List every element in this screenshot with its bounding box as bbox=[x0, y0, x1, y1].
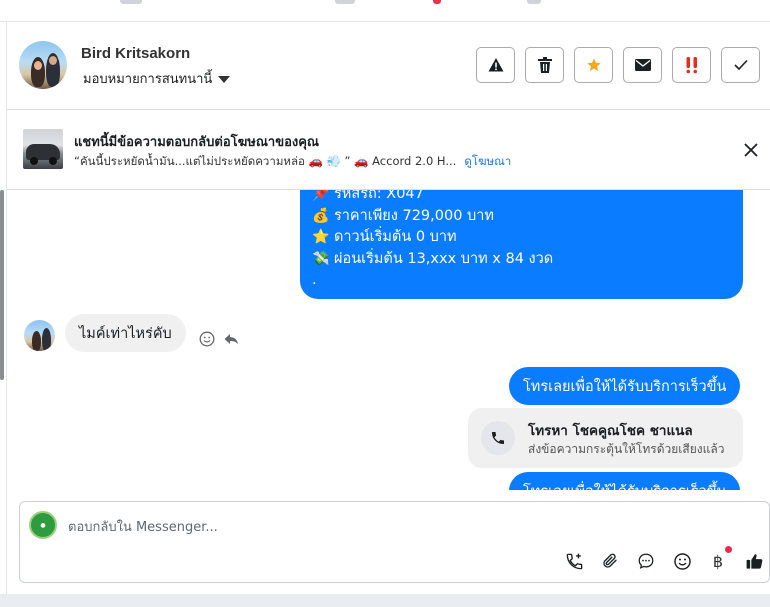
contact-avatar[interactable] bbox=[19, 41, 67, 89]
priority-button[interactable] bbox=[672, 47, 711, 83]
outgoing-message[interactable]: โทรเลยเพื่อให้ได้รับบริการเร็วขึ้น bbox=[509, 472, 741, 490]
message-line: 💸 ผ่อนเริ่มต้น 13,xxx บาท x 84 งวด bbox=[312, 249, 729, 271]
message-thread: 📌 รหัสรถ: X047 💰 ราคาเพียง 729,000 บาท ⭐ ดา… bbox=[7, 190, 770, 490]
saved-replies-button[interactable] bbox=[635, 550, 657, 572]
contact-name[interactable]: Bird Kritsakorn bbox=[81, 45, 190, 62]
call-card-title: โทรหา โชคคูณโชค ชาแนล bbox=[528, 423, 693, 439]
call-request-card[interactable]: โทรหา โชคคูณโชค ชาแนล ส่งข้อความกระตุ้นใ… bbox=[468, 408, 743, 468]
action-toolbar bbox=[476, 47, 760, 83]
message-line: 📌 รหัสรถ: X047 bbox=[312, 190, 729, 206]
ad-thumbnail[interactable] bbox=[23, 129, 63, 169]
message-text: ราคาเพียง 729,000 บาท bbox=[334, 207, 494, 224]
ad-banner-title: แชทนี้มีข้อความตอบกลับต่อโฆษณาของคุณ bbox=[74, 135, 319, 150]
page-logo-icon: ● bbox=[40, 521, 46, 529]
reply-composer: ● ตอบกลับใน Messenger... ฿ bbox=[19, 501, 770, 583]
composer-toolbar: ฿ bbox=[563, 546, 765, 572]
ad-reply-banner: แชทนี้มีข้อความตอบกลับต่อโฆษณาของคุณ “คั… bbox=[7, 110, 770, 190]
assign-conversation-dropdown[interactable]: มอบหมายการสนทนานี้ bbox=[83, 68, 231, 89]
message-text: . bbox=[312, 272, 317, 288]
star-button[interactable] bbox=[574, 47, 613, 83]
assign-label: มอบหมายการสนทนานี้ bbox=[83, 72, 213, 87]
top-strip-fragment bbox=[433, 0, 441, 4]
call-request-button[interactable] bbox=[563, 550, 585, 572]
reply-icon[interactable] bbox=[223, 331, 239, 347]
caret-down-icon bbox=[218, 75, 231, 83]
chat-bubble-icon bbox=[638, 553, 654, 569]
baht-icon: ฿ bbox=[712, 551, 724, 571]
ad-caption: “คันนี้ประหยัดน้ำมัน...แต่ไม่ประหยัดความ… bbox=[74, 154, 457, 168]
warning-icon bbox=[488, 58, 503, 72]
message-line: ⭐ ดาวน์เริ่มต้น 0 บาท bbox=[312, 227, 729, 249]
mark-unread-button[interactable] bbox=[623, 47, 662, 83]
message-text: ดาวน์เริ่มต้น 0 บาท bbox=[334, 229, 457, 245]
status-bar bbox=[0, 594, 770, 607]
message-text: รหัสรถ: X047 bbox=[334, 190, 424, 202]
like-button[interactable] bbox=[743, 550, 765, 572]
trash-icon bbox=[537, 57, 552, 73]
incoming-message[interactable]: ไมค์เท่าไหร่คับ bbox=[65, 314, 186, 352]
page-avatar: ● bbox=[29, 511, 57, 539]
mark-done-button[interactable] bbox=[721, 47, 760, 83]
envelope-icon bbox=[634, 59, 651, 71]
thumbs-up-icon bbox=[746, 553, 762, 569]
sender-avatar[interactable] bbox=[24, 320, 55, 351]
pin-icon: 📌 bbox=[312, 190, 330, 202]
attach-button[interactable] bbox=[599, 550, 621, 572]
outgoing-message[interactable]: โทรเลยเพื่อให้ได้รับบริการเร็วขึ้น bbox=[509, 367, 741, 405]
message-text: ผ่อนเริ่มต้น 13,xxx บาท x 84 งวด bbox=[334, 250, 554, 267]
star-icon bbox=[586, 58, 601, 71]
phone-plus-icon bbox=[566, 553, 582, 569]
report-spam-button[interactable] bbox=[476, 47, 515, 83]
paperclip-icon bbox=[603, 553, 617, 568]
smiley-icon bbox=[673, 552, 691, 570]
call-card-subtitle: ส่งข้อความกระตุ้นให้โทรด้วยเสียงแล้ว bbox=[528, 442, 725, 456]
conversation-header: Bird Kritsakorn มอบหมายการสนทนานี้ bbox=[7, 22, 770, 110]
check-icon bbox=[733, 59, 748, 71]
ad-banner-subtitle: “คันนี้ประหยัดน้ำมัน...แต่ไม่ประหยัดความ… bbox=[74, 153, 511, 171]
double-exclamation-icon bbox=[685, 57, 697, 74]
top-strip-fragment bbox=[527, 0, 541, 4]
top-strip-fragment bbox=[120, 0, 142, 4]
money-bag-icon: 💰 bbox=[312, 207, 330, 224]
delete-button[interactable] bbox=[525, 47, 564, 83]
star-emoji-icon: ⭐ bbox=[312, 229, 330, 245]
phone-icon bbox=[481, 421, 515, 455]
notification-dot bbox=[725, 546, 732, 553]
smiley-react-icon[interactable] bbox=[199, 331, 215, 347]
top-strip bbox=[0, 0, 770, 22]
reply-input[interactable]: ตอบกลับใน Messenger... bbox=[68, 516, 218, 537]
close-icon[interactable] bbox=[743, 142, 759, 158]
message-line: . bbox=[312, 270, 729, 292]
payment-button[interactable]: ฿ bbox=[707, 546, 732, 572]
emoji-button[interactable] bbox=[671, 550, 693, 572]
scrollbar[interactable] bbox=[0, 190, 4, 380]
top-strip-fragment bbox=[335, 0, 355, 4]
outgoing-message[interactable]: 📌 รหัสรถ: X047 💰 ราคาเพียง 729,000 บาท ⭐ ดา… bbox=[300, 190, 743, 299]
money-wings-icon: 💸 bbox=[312, 250, 330, 267]
message-line: 💰 ราคาเพียง 729,000 บาท bbox=[312, 206, 729, 228]
view-ad-link[interactable]: ดูโฆษณา bbox=[464, 154, 511, 168]
